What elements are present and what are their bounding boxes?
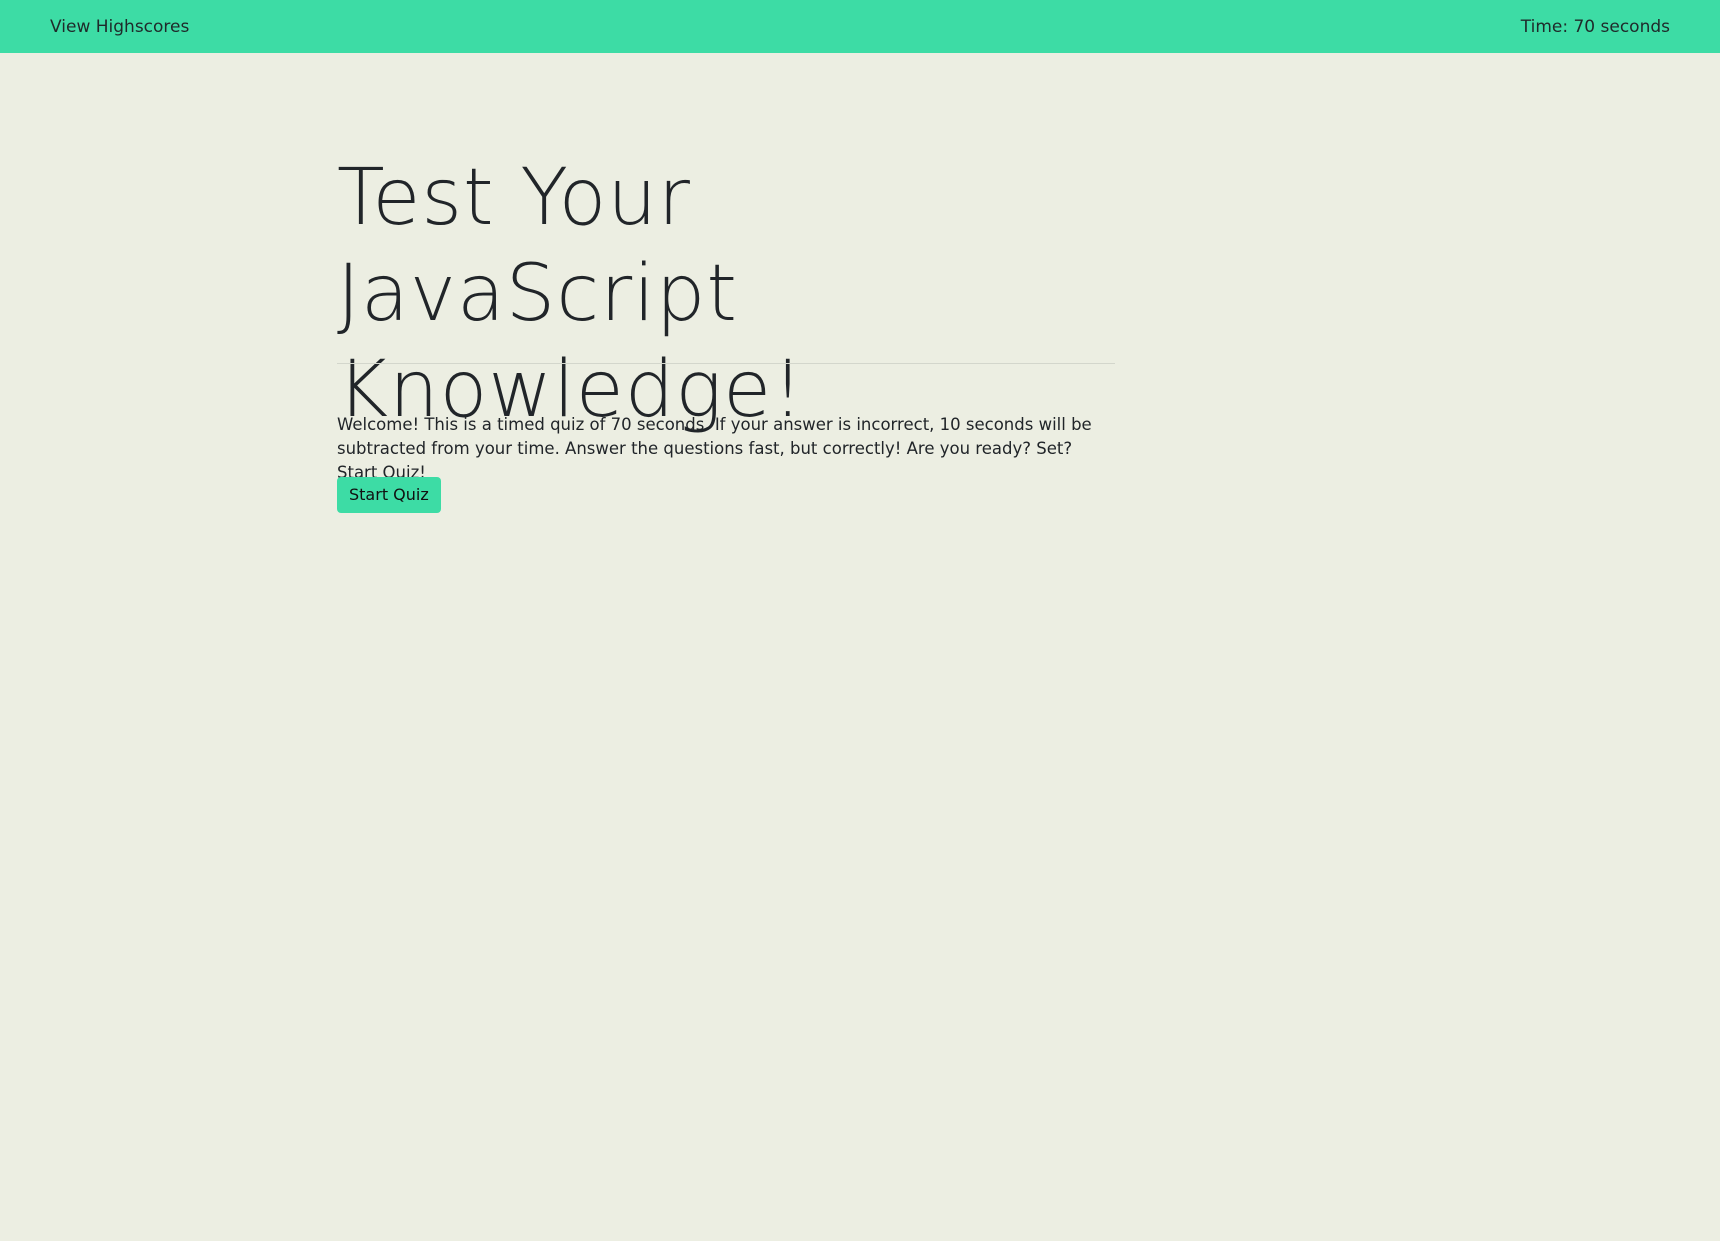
intro-text: Welcome! This is a timed quiz of 70 seco… <box>337 415 1092 482</box>
title-divider <box>337 363 1115 364</box>
view-highscores-link[interactable]: View Highscores <box>50 16 189 38</box>
top-navbar: View Highscores Time: 70 seconds <box>0 0 1720 53</box>
timer-display: Time: 70 seconds <box>1520 17 1670 37</box>
page-title: Test Your JavaScript Knowledge! <box>337 153 805 435</box>
start-quiz-button[interactable]: Start Quiz <box>337 477 441 513</box>
